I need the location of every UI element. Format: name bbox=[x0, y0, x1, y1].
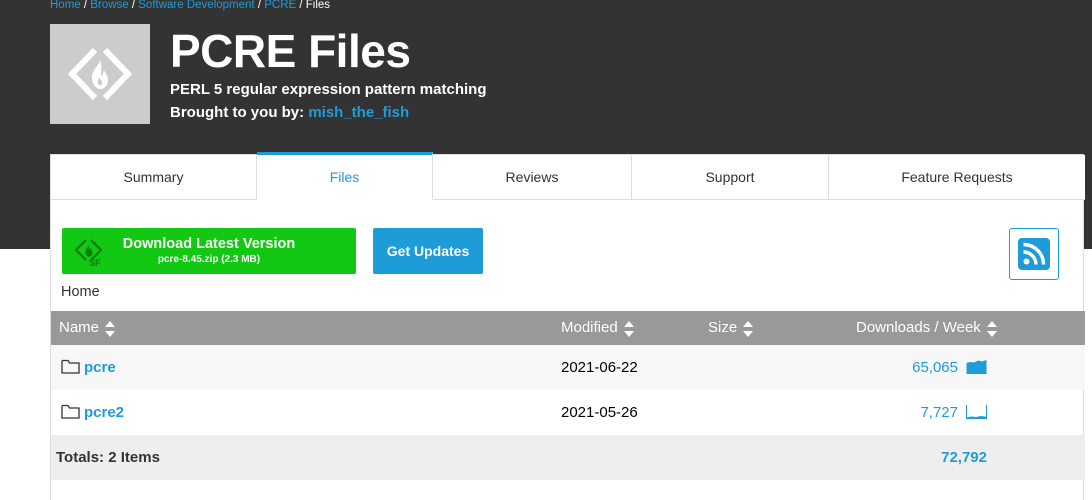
brought-by-label: Brought to you by: bbox=[170, 104, 305, 121]
breadcrumb-separator: / bbox=[299, 0, 303, 11]
size-cell bbox=[708, 345, 855, 390]
sort-icon bbox=[986, 320, 998, 337]
download-label: Download Latest Version bbox=[122, 236, 296, 252]
column-downloads[interactable]: Downloads / Week bbox=[855, 311, 1085, 345]
get-updates-button[interactable]: Get Updates bbox=[373, 228, 483, 274]
downloads-link[interactable]: 65,065 bbox=[912, 359, 958, 376]
column-name-label: Name bbox=[59, 319, 100, 337]
project-summary: PERL 5 regular expression pattern matchi… bbox=[170, 81, 487, 98]
tab-feature-requests[interactable]: Feature Requests bbox=[829, 155, 1085, 199]
totals-empty bbox=[708, 435, 855, 480]
download-latest-button[interactable]: SF Download Latest Version pcre-8.45.zip… bbox=[62, 228, 356, 274]
file-link[interactable]: pcre2 bbox=[84, 404, 124, 421]
sourceforge-logo-icon bbox=[68, 47, 132, 101]
downloads-cell: 7,727 bbox=[855, 390, 1085, 435]
tab-summary[interactable]: Summary bbox=[51, 155, 257, 199]
totals-downloads-cell: 72,792 bbox=[855, 435, 1085, 480]
file-name-cell: pcre bbox=[51, 345, 561, 390]
breadcrumb-current: Files bbox=[305, 0, 331, 11]
sort-icon bbox=[105, 320, 116, 337]
table-row[interactable]: pcre2 2021-05-26 7,727 bbox=[51, 390, 1085, 435]
breadcrumb-separator: / bbox=[131, 0, 136, 11]
breadcrumb-separator: / bbox=[83, 0, 88, 11]
breadcrumb-browse[interactable]: Browse bbox=[90, 0, 128, 11]
column-size-label: Size bbox=[708, 319, 738, 337]
breadcrumb-home[interactable]: Home bbox=[50, 0, 81, 11]
sort-icon bbox=[743, 320, 754, 337]
table-row[interactable]: pcre 2021-06-22 65,065 bbox=[51, 345, 1085, 390]
column-modified[interactable]: Modified bbox=[561, 311, 708, 345]
sparkline-icon[interactable] bbox=[966, 404, 987, 419]
breadcrumb-pcre[interactable]: PCRE bbox=[264, 0, 296, 11]
sparkline-icon[interactable] bbox=[966, 359, 987, 374]
project-logo bbox=[50, 24, 150, 124]
table-header-row: Name Modified Size Downloads / Week bbox=[51, 311, 1085, 345]
files-panel: Summary Files Reviews Support Feature Re… bbox=[50, 152, 1085, 500]
author-link[interactable]: mish_the_fish bbox=[308, 104, 409, 121]
page-title: PCRE Files bbox=[170, 25, 411, 77]
rss-icon bbox=[1018, 238, 1050, 270]
modified-cell: 2021-05-26 bbox=[561, 404, 638, 421]
totals-downloads: 72,792 bbox=[941, 449, 987, 466]
column-modified-label: Modified bbox=[561, 319, 618, 337]
breadcrumb-software-development[interactable]: Software Development bbox=[138, 0, 254, 11]
folder-icon bbox=[61, 359, 80, 374]
totals-empty bbox=[561, 435, 708, 480]
totals-row: Totals: 2 Items 72,792 bbox=[51, 435, 1085, 480]
folder-icon bbox=[61, 404, 80, 419]
sort-icon bbox=[623, 320, 635, 337]
column-size[interactable]: Size bbox=[708, 311, 855, 345]
file-name-cell: pcre2 bbox=[51, 390, 561, 435]
tab-reviews[interactable]: Reviews bbox=[433, 155, 632, 199]
column-downloads-label: Downloads / Week bbox=[856, 319, 981, 337]
tab-support[interactable]: Support bbox=[632, 155, 829, 199]
modified-cell: 2021-06-22 bbox=[561, 359, 638, 376]
files-path: Home bbox=[61, 284, 100, 300]
file-link[interactable]: pcre bbox=[84, 359, 116, 376]
size-cell bbox=[708, 390, 855, 435]
project-author-line: Brought to you by: mish_the_fish bbox=[170, 104, 409, 121]
column-name[interactable]: Name bbox=[51, 311, 561, 345]
totals-label: Totals: 2 Items bbox=[56, 449, 160, 466]
breadcrumb: Home / Browse / Software Development / P… bbox=[50, 0, 330, 11]
project-tabs: Summary Files Reviews Support Feature Re… bbox=[51, 152, 1085, 200]
download-file-info: pcre-8.45.zip (2.3 MB) bbox=[157, 254, 261, 265]
breadcrumb-separator: / bbox=[257, 0, 262, 11]
tab-files[interactable]: Files bbox=[257, 152, 433, 200]
downloads-link[interactable]: 7,727 bbox=[920, 404, 958, 421]
downloads-cell: 65,065 bbox=[855, 345, 1085, 390]
rss-button[interactable] bbox=[1009, 228, 1059, 280]
files-table: Name Modified Size Downloads / Week pcre… bbox=[51, 311, 1085, 480]
